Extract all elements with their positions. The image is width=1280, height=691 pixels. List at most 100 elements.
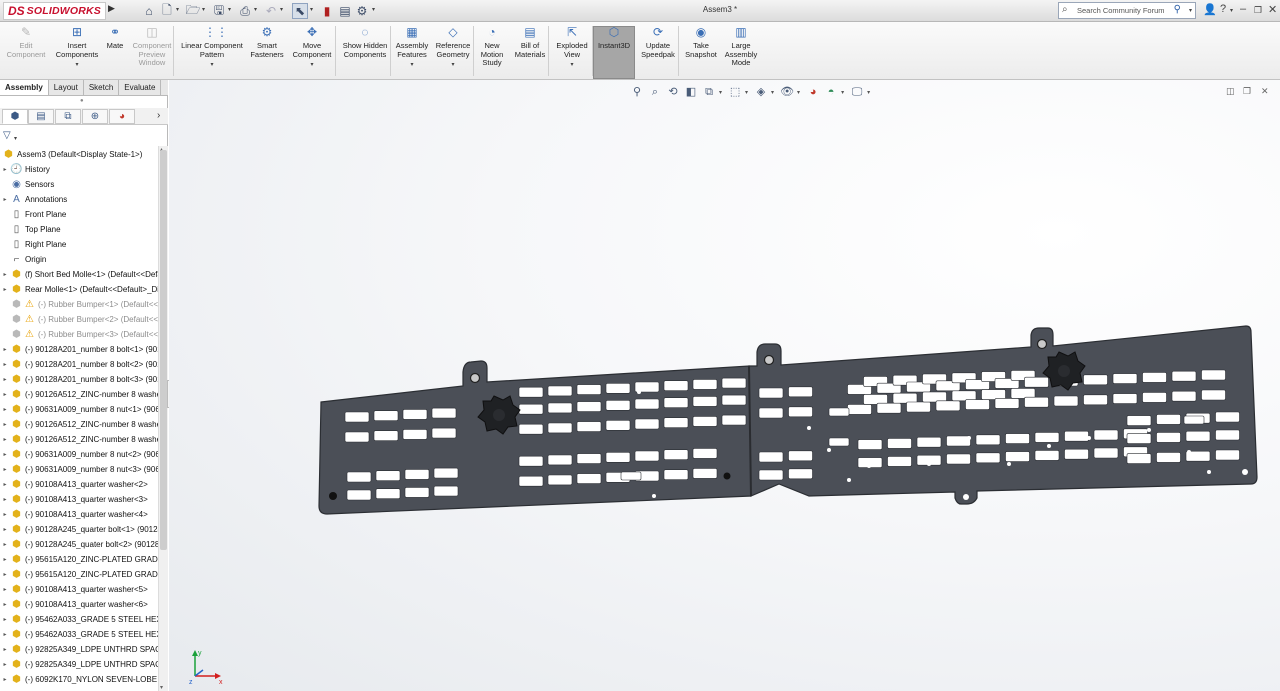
expand-arrow-icon[interactable]: ▸ xyxy=(0,271,10,278)
command-dropdown-icon[interactable]: ▾ xyxy=(410,61,413,70)
expand-arrow-icon[interactable]: ▸ xyxy=(0,631,10,638)
exploded-view-button[interactable]: ⇱ Exploded View ▾ xyxy=(552,25,592,70)
hide-show-dropdown-icon[interactable]: ▾ xyxy=(797,89,800,96)
expand-arrow-icon[interactable]: ▸ xyxy=(0,346,10,353)
view-settings-icon[interactable]: 🖵 xyxy=(849,85,865,99)
expand-arrow-icon[interactable]: ▸ xyxy=(0,436,10,443)
graphics-viewport[interactable]: ⚲ ⌕ ⟲ ◧ ⧉ ▾ ⬚ ▾ ◈ ▾ 👁 ▾ ◕ ◓ ▾ 🖵 ▾ ◫ ❐ ✕ xyxy=(169,80,1280,691)
show-hidden-components-button[interactable]: ◌ Show Hidden Components xyxy=(339,25,391,59)
configuration-manager-tab-icon[interactable]: ⧉ xyxy=(55,109,81,124)
tree-item[interactable]: ▸⬢ (-) 90128A201_number 8 bolt<2> (90128A… xyxy=(0,357,158,372)
update-speedpak-button[interactable]: ⟳ Update Speedpak xyxy=(638,25,678,59)
tree-item[interactable]: ▸⬢ (-) 90128A201_number 8 bolt<1> (90128A… xyxy=(0,342,158,357)
print-icon[interactable]: ⎙ xyxy=(238,3,252,19)
expand-arrow-icon[interactable]: ▸ xyxy=(0,166,10,173)
zoom-to-fit-icon[interactable]: ⚲ xyxy=(629,85,645,99)
orientation-dropdown-icon[interactable]: ▾ xyxy=(745,89,748,96)
move-component-button[interactable]: ✥ Move Component ▾ xyxy=(289,25,335,70)
tree-root-assembly[interactable]: ⬢ Assem3 (Default<Display State-1>) xyxy=(0,147,158,162)
tree-item[interactable]: ▸ ⬢ (-) 6092K170_NYLON SEVEN-LOBE xyxy=(0,672,158,687)
molle-panel-model[interactable] xyxy=(309,320,1269,530)
view-settings-dropdown-icon[interactable]: ▾ xyxy=(867,89,870,96)
feature-manager-tab-icon[interactable]: ⬢ xyxy=(2,109,28,124)
rear-molle-plate[interactable] xyxy=(748,325,1258,505)
more-tabs-icon[interactable]: › xyxy=(157,110,160,121)
expand-arrow-icon[interactable]: ▸ xyxy=(0,451,10,458)
save-icon[interactable]: 🖫 xyxy=(212,3,226,19)
expand-arrow-icon[interactable]: ▸ xyxy=(0,361,10,368)
take-snapshot-button[interactable]: ◉ Take Snapshot xyxy=(682,25,720,59)
search-dropdown-icon[interactable]: ▾ xyxy=(1189,7,1192,14)
tree-item[interactable]: ▸ ⬢ (-) 95615A120_ZINC-PLATED GRADE xyxy=(0,567,158,582)
linear-component-pattern-button[interactable]: ⋮⋮ Linear Component Pattern ▾ xyxy=(176,25,248,70)
tree-item[interactable]: ▸⬢ (-) 90126A512_ZINC-number 8 washer<1> xyxy=(0,387,158,402)
menu-expand-arrow-icon[interactable]: ▶ xyxy=(108,3,118,19)
print-dropdown-icon[interactable]: ▾ xyxy=(254,6,257,13)
expand-arrow-icon[interactable]: ▸ xyxy=(0,481,10,488)
scroll-thumb[interactable] xyxy=(160,150,167,550)
command-dropdown-icon[interactable]: ▾ xyxy=(75,61,78,70)
tab-assembly[interactable]: Assembly xyxy=(0,80,49,95)
tree-item[interactable]: ▸ ⬢ (-) 95462A033_GRADE 5 STEEL HEX xyxy=(0,627,158,642)
minimize-icon[interactable]: – xyxy=(1240,3,1246,15)
command-dropdown-icon[interactable]: ▾ xyxy=(310,61,313,70)
tree-item[interactable]: ◉ Sensors xyxy=(0,177,158,192)
display-manager-tab-icon[interactable]: ◕ xyxy=(109,109,135,124)
viewport-restore-icon[interactable]: ❐ xyxy=(1243,86,1251,97)
instant3d-button[interactable]: ⬡ Instant3D xyxy=(595,25,633,51)
expand-arrow-icon[interactable]: ▸ xyxy=(0,556,10,563)
viewport-close-icon[interactable]: ✕ xyxy=(1261,86,1269,97)
tab-layout[interactable]: Layout xyxy=(49,80,84,95)
expand-arrow-icon[interactable]: ▸ xyxy=(0,421,10,428)
tree-item[interactable]: ⬢ ⚠ (-) Rubber Bumper<1> (Default<<Default… xyxy=(0,297,158,312)
expand-arrow-icon[interactable]: ▸ xyxy=(0,526,10,533)
tree-item[interactable]: ▸⬢ (-) 90128A245_quarter bolt<1> (90128A2… xyxy=(0,522,158,537)
expand-arrow-icon[interactable]: ▸ xyxy=(0,406,10,413)
hide-show-items-icon[interactable]: 👁 xyxy=(779,85,795,99)
tree-item[interactable]: ▸ ⬢ (-) 90108A413_quarter washer<6> xyxy=(0,597,158,612)
tab-evaluate[interactable]: Evaluate xyxy=(119,80,162,95)
bill-of-materials-button[interactable]: ▤ Bill of Materials xyxy=(511,25,549,59)
command-dropdown-icon[interactable]: ▾ xyxy=(451,61,454,70)
tree-item[interactable]: ⌐ Origin xyxy=(0,252,158,267)
expand-arrow-icon[interactable]: ▸ xyxy=(0,541,10,548)
new-dropdown-icon[interactable]: ▾ xyxy=(176,6,179,13)
tree-item[interactable]: ▸ ⬢ (-) 90108A413_quarter washer<2> xyxy=(0,477,158,492)
edit-component-button[interactable]: ✎ Edit Component xyxy=(5,25,47,59)
expand-arrow-icon[interactable]: ▸ xyxy=(0,571,10,578)
search-icon[interactable]: ⚲ xyxy=(1174,4,1181,15)
filter-icon[interactable]: ▽ xyxy=(3,130,11,141)
restore-icon[interactable]: ❐ xyxy=(1254,5,1262,16)
smart-fasteners-button[interactable]: ⚙ Smart Fasteners xyxy=(250,25,284,59)
tree-item[interactable]: ▸⬢ (-) 90631A009_number 8 nut<3> (90631A0… xyxy=(0,462,158,477)
expand-arrow-icon[interactable]: ▸ xyxy=(0,616,10,623)
scroll-down-icon[interactable]: ▾ xyxy=(160,684,163,691)
command-dropdown-icon[interactable]: ▾ xyxy=(570,61,573,70)
expand-arrow-icon[interactable]: ▸ xyxy=(0,601,10,608)
user-icon[interactable]: 👤 xyxy=(1203,3,1217,16)
insert-components-button[interactable]: ⊞ Insert Components ▾ xyxy=(54,25,100,70)
tree-item[interactable]: ▸ ⬢ (-) 90108A413_quarter washer<3> xyxy=(0,492,158,507)
home-icon[interactable]: ⌂ xyxy=(142,3,156,19)
options-dropdown-icon[interactable]: ▾ xyxy=(372,6,375,13)
file-properties-icon[interactable]: ▤ xyxy=(338,3,352,19)
edit-appearance-icon[interactable]: ◕ xyxy=(805,85,821,99)
tree-item[interactable]: ▸⬢ (-) 90128A245_quater bolt<2> (90128A24… xyxy=(0,537,158,552)
tree-item[interactable]: ▸ ⬢ (-) 95615A120_ZINC-PLATED GRADE xyxy=(0,552,158,567)
dynamic-dropdown-icon[interactable]: ▾ xyxy=(719,89,722,96)
save-dropdown-icon[interactable]: ▾ xyxy=(228,6,231,13)
expand-arrow-icon[interactable]: ▸ xyxy=(0,466,10,473)
tree-item[interactable]: ▸ A Annotations xyxy=(0,192,158,207)
tree-item[interactable]: ▸⬢ (-) 90631A009_number 8 nut<1> (90631A0… xyxy=(0,402,158,417)
tree-item[interactable]: ▸⬢ (-) 90128A201_number 8 bolt<3> (90128A… xyxy=(0,372,158,387)
tree-scrollbar[interactable]: ▴ ▾ xyxy=(158,146,168,691)
panel-grip-icon[interactable]: ● xyxy=(80,98,84,104)
tree-item[interactable]: ▸⬢ (-) 90631A009_number 8 nut<2> (90631A0… xyxy=(0,447,158,462)
reference-geometry-button[interactable]: ◇ Reference Geometry ▾ xyxy=(433,25,473,70)
options-gear-icon[interactable]: ⚙ xyxy=(355,3,369,19)
zoom-to-area-icon[interactable]: ⌕ xyxy=(647,85,663,99)
expand-arrow-icon[interactable]: ▸ xyxy=(0,511,10,518)
tree-item[interactable]: ▸ ⬢ (-) 90108A413_quarter washer<4> xyxy=(0,507,158,522)
undo-dropdown-icon[interactable]: ▾ xyxy=(280,6,283,13)
dimxpert-manager-tab-icon[interactable]: ⊕ xyxy=(82,109,108,124)
